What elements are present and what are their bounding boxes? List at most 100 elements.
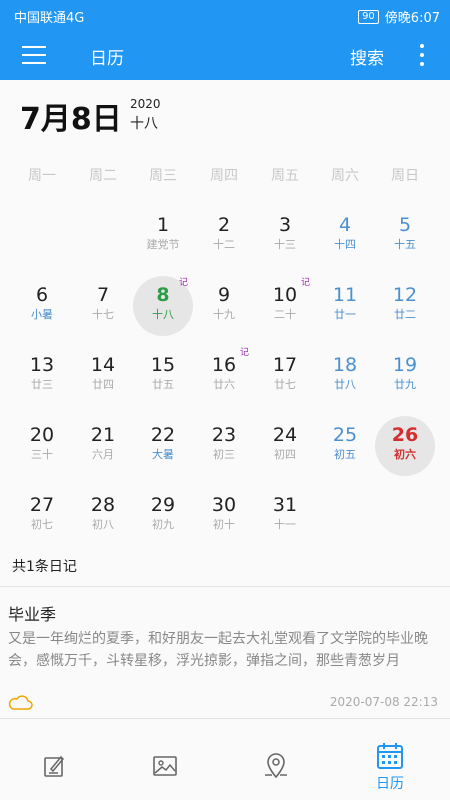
weekday-label: 周四	[210, 168, 238, 184]
calendar-day-19[interactable]: 19 廿九	[375, 346, 435, 406]
lunar-date: 初五	[334, 448, 356, 461]
day-number: 25	[332, 424, 358, 446]
calendar-day-7[interactable]: 7 十七	[73, 276, 133, 336]
calendar-day-21[interactable]: 21 六月	[73, 416, 133, 476]
calendar-day-20[interactable]: 20 三十	[12, 416, 72, 476]
day-number: 21	[90, 424, 116, 446]
lunar-date: 二十	[274, 308, 296, 321]
more-options-icon[interactable]	[418, 44, 426, 66]
nav-item-map[interactable]	[246, 719, 306, 800]
calendar-day-3[interactable]: 3 十三	[255, 206, 315, 266]
calendar-day-10[interactable]: 10 二十记	[255, 276, 315, 336]
weekday-label: 周三	[149, 168, 177, 184]
diary-entry-title: 毕业季	[8, 605, 57, 624]
lunar-date: 十九	[213, 308, 235, 321]
app-title: 日历	[90, 49, 124, 69]
lunar-date: 初四	[274, 448, 296, 461]
calendar-day-2[interactable]: 2 十二	[194, 206, 254, 266]
day-number: 5	[398, 214, 412, 236]
menu-icon[interactable]	[22, 46, 46, 64]
lunar-date: 十二	[213, 238, 235, 251]
lunar-date: 十四	[334, 238, 356, 251]
day-number: 19	[392, 354, 418, 376]
divider	[0, 586, 450, 587]
calendar-day-31[interactable]: 31 十一	[255, 486, 315, 546]
lunar-date: 初十	[213, 518, 235, 531]
calendar-day-1[interactable]: 1 建党节	[133, 206, 193, 266]
calendar-day-15[interactable]: 15 廿五	[133, 346, 193, 406]
cloud-icon	[8, 695, 33, 710]
lunar-date: 初六	[394, 448, 416, 461]
day-number: 17	[272, 354, 298, 376]
calendar-day-16[interactable]: 16 廿六记	[194, 346, 254, 406]
calendar-day-18[interactable]: 18 廿八	[315, 346, 375, 406]
bottom-nav: 日历	[0, 718, 450, 800]
lunar-date: 廿四	[92, 378, 114, 391]
lunar-date: 廿八	[334, 378, 356, 391]
calendar-day-28[interactable]: 28 初八	[73, 486, 133, 546]
lunar-date: 廿五	[152, 378, 174, 391]
calendar-day-30[interactable]: 30 初十	[194, 486, 254, 546]
calendar-day-25[interactable]: 25 初五	[315, 416, 375, 476]
lunar-date: 廿二	[394, 308, 416, 321]
calendar-day-22[interactable]: 22 大暑	[133, 416, 193, 476]
current-year: 2020	[130, 97, 161, 111]
calendar-day-9[interactable]: 9 十九	[194, 276, 254, 336]
current-lunar-date: 十八	[130, 116, 158, 132]
nav-item-diary[interactable]	[25, 719, 85, 800]
lunar-date: 十五	[394, 238, 416, 251]
day-number: 29	[150, 494, 176, 516]
calendar-day-14[interactable]: 14 廿四	[73, 346, 133, 406]
day-number: 15	[150, 354, 176, 376]
day-number: 31	[272, 494, 298, 516]
calendar-day-24[interactable]: 24 初四	[255, 416, 315, 476]
day-number: 23	[211, 424, 237, 446]
app-bar: 日历 搜索	[0, 30, 450, 80]
nav-item-photos[interactable]	[135, 719, 195, 800]
status-time: 傍晚6:07	[384, 11, 440, 26]
weekday-label: 周日	[391, 168, 419, 184]
calendar-icon	[377, 743, 403, 769]
current-date: 7月8日	[20, 102, 122, 137]
status-bar: 中国联通4G 90 傍晚6:07	[0, 0, 450, 30]
day-number: 18	[332, 354, 358, 376]
calendar-day-13[interactable]: 13 廿三	[12, 346, 72, 406]
day-number: 12	[392, 284, 418, 306]
lunar-date: 六月	[92, 448, 114, 461]
weekday-label: 周五	[271, 168, 299, 184]
calendar-day-17[interactable]: 17 廿七	[255, 346, 315, 406]
calendar-day-27[interactable]: 27 初七	[12, 486, 72, 546]
calendar-day-29[interactable]: 29 初九	[133, 486, 193, 546]
lunar-date: 初三	[213, 448, 235, 461]
day-number: 22	[150, 424, 176, 446]
nav-item-calendar[interactable]: 日历	[360, 719, 420, 800]
lunar-date: 廿三	[31, 378, 53, 391]
diary-count-label: 共1条日记	[12, 559, 77, 575]
weekday-label: 周二	[89, 168, 117, 184]
lunar-date: 十一	[274, 518, 296, 531]
calendar-day-11[interactable]: 11 廿一	[315, 276, 375, 336]
lunar-date: 小暑	[31, 308, 53, 321]
weekday-label: 周一	[28, 168, 56, 184]
calendar-day-5[interactable]: 5 十五	[375, 206, 435, 266]
diary-mark-badge: 记	[240, 348, 250, 358]
day-number: 9	[217, 284, 231, 306]
weekday-label: 周六	[331, 168, 359, 184]
calendar-day-8[interactable]: 8 十八记	[133, 276, 193, 336]
lunar-date: 廿一	[334, 308, 356, 321]
lunar-date: 廿九	[394, 378, 416, 391]
battery-icon: 90	[358, 9, 379, 24]
calendar-day-4[interactable]: 4 十四	[315, 206, 375, 266]
diary-entry-body: 又是一年绚烂的夏季，和好朋友一起去大礼堂观看了文学院的毕业晚会，感慨万千，斗转星…	[8, 631, 428, 669]
edit-note-icon	[44, 755, 65, 777]
lunar-date: 建党节	[146, 238, 180, 251]
calendar-day-6[interactable]: 6 小暑	[12, 276, 72, 336]
calendar-day-26[interactable]: 26 初六	[375, 416, 435, 476]
lunar-date: 廿七	[274, 378, 296, 391]
search-button[interactable]: 搜索	[350, 44, 384, 69]
day-number: 7	[96, 284, 110, 306]
lunar-date: 廿六	[213, 378, 235, 391]
weekday-header: 周一 周二 周三 周四 周五 周六 周日	[0, 165, 450, 185]
calendar-day-23[interactable]: 23 初三	[194, 416, 254, 476]
calendar-day-12[interactable]: 12 廿二	[375, 276, 435, 336]
